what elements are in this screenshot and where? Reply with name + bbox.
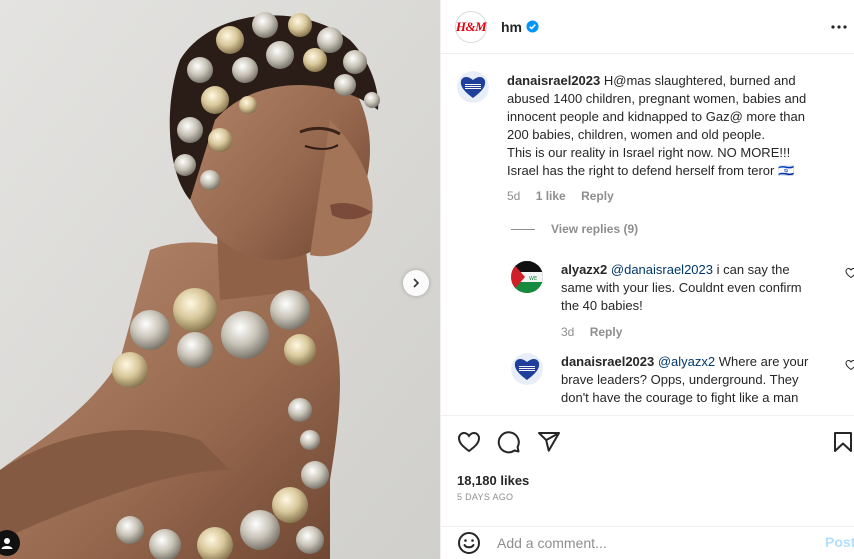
- comment-item: danaisrael2023 H@mas slaughtered, burned…: [441, 55, 854, 215]
- model-photo: [0, 0, 440, 559]
- post-header: H&M hm: [441, 0, 854, 54]
- view-replies-label: View replies (9): [551, 222, 639, 236]
- share-icon[interactable]: [537, 430, 561, 454]
- heart-icon[interactable]: [457, 430, 481, 454]
- emoji-icon[interactable]: [457, 531, 481, 555]
- heart-flag-avatar-icon: [457, 71, 489, 103]
- verified-badge-icon: [526, 20, 539, 33]
- comment-text-line: abused 1400 children, pregnant women, ba…: [507, 91, 807, 106]
- hm-logo: H&M: [455, 18, 487, 34]
- reply-text-line: same with your lies. Couldnt even confir…: [561, 280, 802, 295]
- commenter-username[interactable]: danaisrael2023: [507, 73, 600, 88]
- reply-text: Where are your: [715, 354, 809, 369]
- bookmark-icon[interactable]: [831, 430, 854, 454]
- reply-button[interactable]: Reply: [581, 189, 614, 203]
- svg-text:WE: WE: [529, 276, 537, 282]
- author-username[interactable]: hm: [501, 19, 522, 35]
- post-actions: 18,180 likes 5 DAYS AGO Post: [441, 415, 854, 559]
- comment-time: 5d: [507, 189, 521, 203]
- reply-text-line: don't have the courage to fight like a m…: [561, 390, 799, 405]
- reply-meta: 3d Reply: [561, 325, 634, 339]
- comment-text-line: Israel has the right to defend herself f…: [507, 163, 795, 178]
- heart-flag-avatar-icon: [511, 353, 543, 385]
- replier-avatar[interactable]: [511, 353, 543, 385]
- reply-item: danaisrael2023 @alyazx2 Where are your b…: [441, 341, 854, 415]
- comment-text-line: 200 babies, children, women and old peop…: [507, 127, 766, 142]
- more-dots-icon[interactable]: [830, 19, 848, 35]
- user-icon: [1, 538, 13, 549]
- reply-item: WE alyazx2 @danaisrael2023 i can say the…: [441, 250, 854, 340]
- flag-avatar-icon: WE: [511, 261, 543, 293]
- comments-list: danaisrael2023 H@mas slaughtered, burned…: [441, 55, 854, 415]
- commenter-avatar[interactable]: [457, 71, 489, 103]
- like-comment-heart-icon[interactable]: [845, 359, 854, 371]
- divider-line: [511, 228, 535, 230]
- post-image: [0, 0, 440, 559]
- comment-text-line: innocent people and kidnapped to Gaz@ mo…: [507, 109, 805, 124]
- reply-time: 3d: [561, 325, 575, 339]
- comment-input[interactable]: [497, 533, 797, 553]
- next-image-button[interactable]: [403, 270, 429, 296]
- comment-icon[interactable]: [497, 430, 521, 454]
- add-comment-bar: Post: [441, 526, 854, 559]
- post-button[interactable]: Post: [825, 534, 854, 550]
- replier-avatar[interactable]: WE: [511, 261, 543, 293]
- chevron-right-icon: [413, 278, 420, 288]
- post-date: 5 DAYS AGO: [457, 492, 514, 502]
- author-avatar[interactable]: H&M: [455, 10, 487, 43]
- comment-meta: 5d 1 like Reply: [507, 189, 626, 203]
- like-comment-heart-icon[interactable]: [845, 267, 854, 279]
- view-replies-button[interactable]: View replies (9): [511, 222, 638, 236]
- reply-text-line: brave leaders? Opps, underground. They: [561, 372, 799, 387]
- comment-text-line: This is our reality in Israel right now.…: [507, 145, 791, 160]
- comment-likes[interactable]: 1 like: [536, 189, 566, 203]
- replier-username[interactable]: danaisrael2023: [561, 354, 654, 369]
- comment-text-line: H@mas slaughtered, burned and: [603, 73, 796, 88]
- reply-text: i can say the: [713, 262, 790, 277]
- reply-button[interactable]: Reply: [590, 325, 623, 339]
- replier-username[interactable]: alyazx2: [561, 262, 607, 277]
- action-icons-row: [455, 430, 852, 456]
- reply-text-line: the 40 babies!: [561, 298, 643, 313]
- likes-count[interactable]: 18,180 likes: [457, 473, 529, 488]
- mention-link[interactable]: @alyazx2: [658, 354, 715, 369]
- post-details-panel: H&M hm danaisrael2023 H@mas slaughtered,…: [440, 0, 854, 559]
- mention-link[interactable]: @danaisrael2023: [611, 262, 713, 277]
